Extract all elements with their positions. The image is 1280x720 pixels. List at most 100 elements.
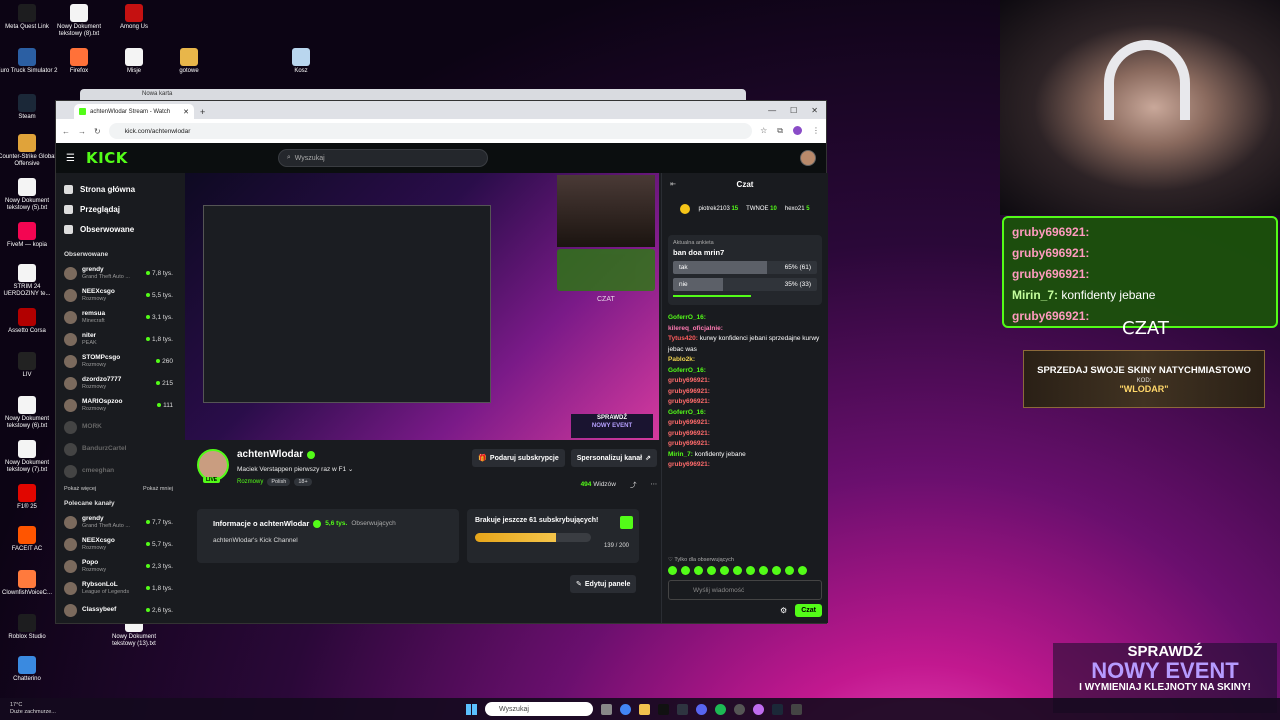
desktop-icon[interactable]: FiveM — kopia (0, 222, 58, 249)
emote-icon[interactable] (772, 566, 781, 575)
emote-icon[interactable] (694, 566, 703, 575)
chat-username[interactable]: GoferrO_16: (668, 367, 706, 374)
chat-username[interactable]: kilereq_oficjalnie: (668, 325, 723, 332)
poll-option-no[interactable]: nie 35% (33) (673, 278, 817, 291)
chrome-icon[interactable] (620, 703, 631, 715)
app-icon[interactable] (791, 703, 802, 715)
gifter-2[interactable]: TWNOE 10 (746, 206, 777, 212)
browser-alt-icon[interactable] (753, 703, 764, 715)
collapse-chat-icon[interactable]: ⇤ (670, 180, 676, 188)
tag-polish[interactable]: Polish (267, 478, 291, 486)
profile-avatar-icon[interactable] (793, 126, 802, 135)
personalize-channel-button[interactable]: Spersonalizuj kanał ⇗ (570, 449, 657, 467)
channel-row[interactable]: Popo Rozmowy 2,3 tys. (64, 555, 181, 577)
weather-widget[interactable]: 17°C Duże zachmurze... (0, 702, 56, 716)
emote-icon[interactable] (746, 566, 755, 575)
channel-row[interactable]: NEEXcsgo Rozmowy 5,7 tys. (64, 533, 181, 555)
kick-search-input[interactable]: ⌕ Wyszukaj (277, 149, 488, 167)
channel-row[interactable]: MARIOspzoo Rozmowy 111 (64, 394, 181, 416)
desktop-icon[interactable]: gotowe (158, 48, 220, 75)
chat-username[interactable]: gruby696921: (668, 440, 710, 447)
file-explorer-icon[interactable] (639, 703, 650, 715)
nav-browse[interactable]: Przeglądaj (64, 199, 181, 219)
gift-subs-button[interactable]: 🎁 Podaruj subskrypcje (472, 449, 565, 467)
url-field[interactable]: kick.com/achtenwlodar (108, 123, 753, 139)
channel-row[interactable]: grendy Grand Theft Auto ... 7,8 tys. (64, 262, 181, 284)
steam-icon[interactable] (772, 703, 783, 715)
user-avatar[interactable] (800, 150, 816, 166)
desktop-icon[interactable]: Nowy Dokument tekstowy (6).txt (0, 396, 58, 430)
chat-username[interactable]: GoferrO_16: (668, 409, 706, 416)
gifter-1[interactable]: piotrek2103 15 (698, 206, 738, 212)
edit-panels-button[interactable]: ✎ Edytuj panele (570, 575, 637, 593)
offline-channel-row[interactable]: cmeeghan (64, 460, 181, 482)
desktop-icon[interactable]: Steam (0, 94, 58, 121)
task-view-icon[interactable] (601, 703, 612, 715)
desktop-icon[interactable]: Among Us (103, 4, 165, 31)
chat-username[interactable]: Mirin_7: (668, 451, 693, 458)
extensions-icon[interactable]: ⧉ (777, 126, 783, 136)
obs-icon[interactable] (677, 703, 688, 715)
desktop-icon[interactable]: Nowy Dokument tekstowy (7).txt (0, 440, 58, 474)
desktop-icon[interactable]: Roblox Studio (0, 614, 58, 641)
channel-row[interactable]: STOMPcsgo Rozmowy 260 (64, 350, 181, 372)
menu-dots-icon[interactable]: ⋮ (812, 126, 820, 136)
desktop-icon[interactable]: Misje (103, 48, 165, 75)
emote-icon[interactable] (720, 566, 729, 575)
offline-channel-row[interactable]: BandurzCartel (64, 438, 181, 460)
chat-username[interactable]: gruby696921: (668, 430, 710, 437)
desktop-icon[interactable]: LIV (0, 352, 58, 379)
category-link[interactable]: Rozmowy (237, 479, 263, 485)
xbox-icon[interactable] (734, 703, 745, 715)
streamer-avatar[interactable]: LIVE (197, 449, 229, 483)
tag-18plus[interactable]: 18+ (294, 478, 312, 486)
discord-icon[interactable] (696, 703, 707, 715)
reload-icon[interactable]: ↻ (94, 127, 101, 136)
emote-icon[interactable] (785, 566, 794, 575)
bookmark-star-icon[interactable]: ☆ (760, 126, 767, 136)
streamer-name[interactable]: achtenWlodar (237, 449, 353, 460)
show-more-button[interactable]: Pokaż więcej (64, 486, 96, 492)
channel-row[interactable]: Classybeef 2,6 tys. (64, 599, 181, 621)
chevron-down-icon[interactable]: ⌄ (348, 466, 353, 473)
chat-input[interactable]: Wyślij wiadomość (668, 580, 822, 600)
terminal-icon[interactable] (658, 703, 669, 715)
gifter-3[interactable]: hexo21 5 (785, 206, 810, 212)
chat-username[interactable]: gruby696921: (668, 461, 710, 468)
send-chat-button[interactable]: Czat (795, 604, 822, 617)
desktop-icon[interactable]: Nowy Dokument tekstowy (8).txt (48, 4, 110, 38)
emote-icon[interactable] (668, 566, 677, 575)
desktop-icon[interactable]: FACEIT AC (0, 526, 58, 553)
chat-username[interactable]: GoferrO_16: (668, 314, 706, 321)
emote-icon[interactable] (733, 566, 742, 575)
kick-logo[interactable]: KICK (86, 149, 128, 167)
channel-row[interactable]: niter PEAK 1,8 tys. (64, 328, 181, 350)
close-window-icon[interactable]: ✕ (811, 106, 818, 115)
channel-row[interactable]: dzordzo7777 Rozmowy 215 (64, 372, 181, 394)
nav-home[interactable]: Strona główna (64, 179, 181, 199)
emote-icon[interactable] (759, 566, 768, 575)
settings-gear-icon[interactable]: ⚙ (780, 606, 787, 615)
emote-icon[interactable] (707, 566, 716, 575)
background-tab-label[interactable]: Nowa karta (142, 91, 172, 97)
active-tab[interactable]: achtenWlodar Stream - Watch ✕ (74, 104, 194, 119)
forward-icon[interactable]: → (78, 127, 86, 136)
offline-channel-row[interactable]: MORK (64, 416, 181, 438)
chat-username[interactable]: gruby696921: (668, 398, 710, 405)
emote-icon[interactable] (798, 566, 807, 575)
poll-option-yes[interactable]: tak 65% (61) (673, 261, 817, 274)
channel-row[interactable]: NEEXcsgo Rozmowy 5,5 tys. (64, 284, 181, 306)
chat-username[interactable]: Pablo2k: (668, 356, 695, 363)
desktop-icon[interactable]: F1® 25 (0, 484, 58, 511)
chat-username[interactable]: gruby696921: (668, 419, 710, 426)
desktop-icon[interactable]: STRIM 24 UERDOZINY te... (0, 264, 58, 298)
taskbar-search[interactable]: Wyszukaj (485, 702, 593, 716)
desktop-icon[interactable]: ClownfishVoiceC... (0, 570, 58, 597)
windows-start-icon[interactable] (466, 703, 477, 715)
desktop-icon[interactable]: Kosz (270, 48, 332, 75)
show-less-button[interactable]: Pokaż mniej (143, 486, 173, 492)
nav-following[interactable]: Obserwowane (64, 219, 181, 239)
chat-username[interactable]: gruby696921: (668, 388, 710, 395)
share-icon[interactable]: ⤴ (630, 479, 637, 489)
close-tab-icon[interactable]: ✕ (183, 108, 189, 116)
